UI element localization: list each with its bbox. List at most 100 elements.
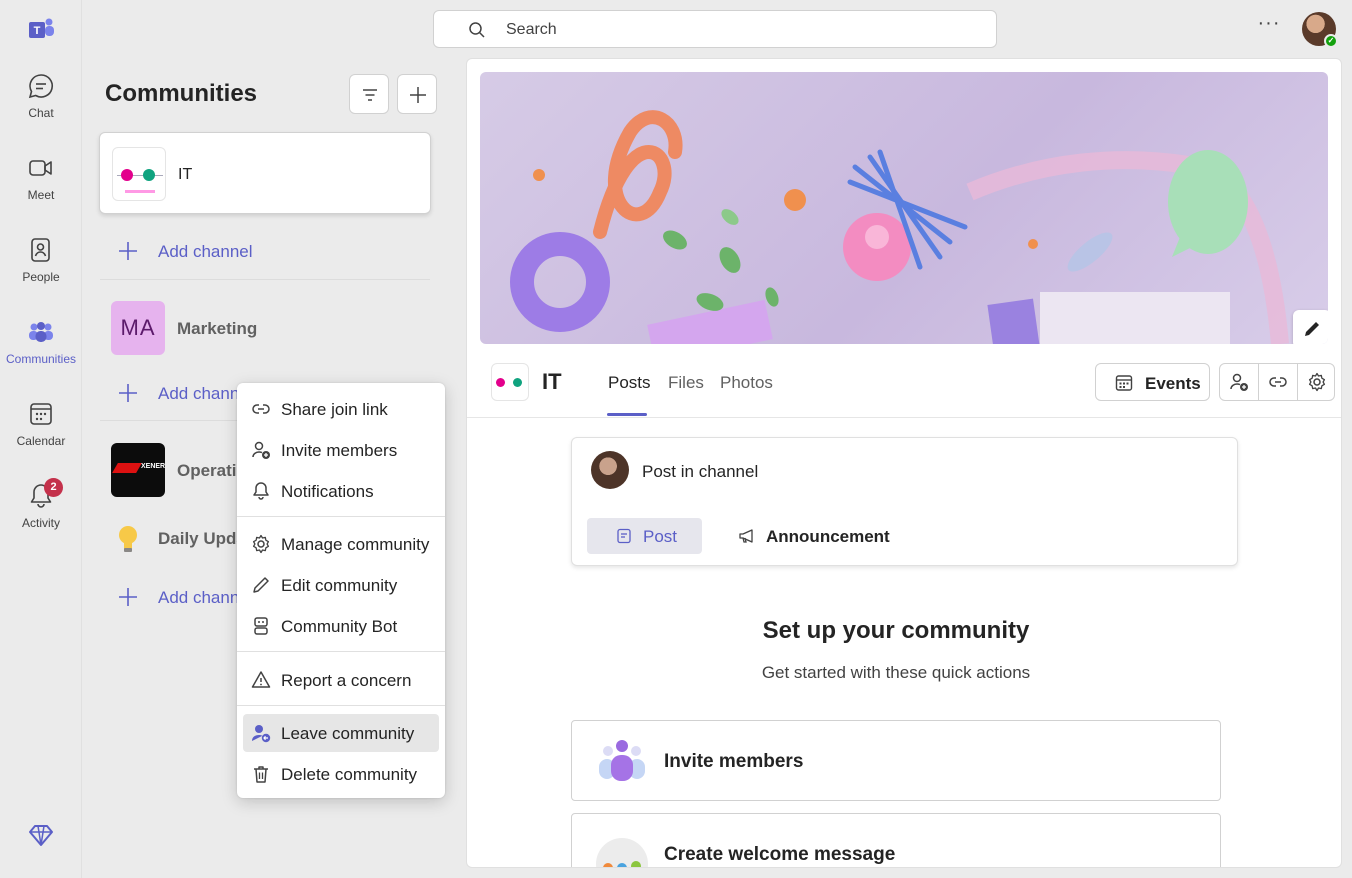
add-channel-button[interactable]: Add chann [116, 583, 239, 611]
menu-separator [237, 651, 445, 652]
diamond-icon[interactable] [28, 822, 54, 848]
video-camera-icon [29, 160, 52, 176]
pencil-icon [1305, 322, 1319, 336]
menu-item-share-join-link[interactable]: Share join link [243, 390, 439, 428]
settings-button[interactable] [1298, 364, 1336, 400]
plus-icon [119, 242, 137, 260]
menu-item-manage-community[interactable]: Manage community [243, 525, 439, 563]
lightbulb-icon [119, 526, 137, 552]
post-type-button[interactable]: Post [587, 518, 702, 554]
more-options-icon[interactable]: ··· [1256, 13, 1282, 38]
add-channel-button[interactable]: Add channel [116, 237, 266, 265]
menu-item-notifications[interactable]: Notifications [243, 472, 439, 510]
add-channel-button[interactable]: Add chann [116, 379, 239, 407]
divider [100, 279, 430, 280]
menu-item-label: Report a concern [281, 671, 412, 690]
events-button[interactable]: Events [1095, 363, 1210, 401]
community-thumbnail: MA [111, 301, 165, 355]
divider [467, 417, 1341, 418]
rail-calendar[interactable]: Calendar [0, 400, 82, 474]
calendar-icon [30, 403, 52, 425]
setup-subtitle: Get started with these quick actions [761, 663, 1031, 682]
person-add-icon [252, 441, 270, 459]
community-context-menu: Share join link Invite members Notificat… [237, 383, 445, 798]
person-add-icon [1230, 373, 1248, 391]
setup-title: Set up your community [762, 617, 1030, 644]
active-tab-indicator [607, 413, 647, 416]
community-thumbnail: XENERO [111, 443, 165, 497]
menu-item-leave-community[interactable]: Leave community [243, 714, 439, 752]
rail-label: Activity [21, 516, 60, 530]
rail-label: Chat [28, 106, 54, 120]
pane-title: Communities [105, 80, 258, 107]
quick-action-label: Invite members [664, 751, 804, 772]
menu-item-label: Edit community [281, 576, 398, 595]
menu-item-community-bot[interactable]: Community Bot [243, 607, 439, 645]
menu-item-delete-community[interactable]: Delete community [243, 755, 439, 793]
copy-link-button[interactable] [1259, 364, 1297, 400]
quick-action-welcome-message[interactable]: Create welcome message [571, 813, 1221, 867]
welcome-message-illustration-icon [596, 838, 648, 867]
channel-daily-updates[interactable]: Daily Upda [116, 522, 246, 556]
new-community-button[interactable] [397, 74, 437, 114]
post-composer: Post in channel Post Announcement [571, 437, 1238, 566]
app-rail: T Chat Meet People Communities Calendar … [0, 0, 82, 878]
menu-item-edit-community[interactable]: Edit community [243, 566, 439, 604]
tab-posts[interactable]: Posts [608, 373, 651, 393]
post-in-channel-input[interactable]: Post in channel [642, 462, 758, 482]
rail-label: Calendar [16, 434, 66, 448]
community-actions-group [1219, 363, 1335, 401]
community-thumbnail [491, 363, 529, 401]
channel-name: Daily Upda [158, 529, 246, 548]
community-name: Marketing [177, 319, 258, 338]
bell-icon [253, 482, 269, 500]
gear-icon [1308, 372, 1326, 392]
link-icon [252, 404, 270, 414]
quick-action-invite-members[interactable]: Invite members [571, 720, 1221, 801]
user-avatar[interactable]: ✓ [1302, 12, 1338, 48]
rail-chat[interactable]: Chat [0, 72, 82, 146]
post-label: Post [643, 527, 678, 546]
community-header-name: IT [542, 369, 562, 394]
rail-activity[interactable]: 2 Activity [0, 478, 82, 556]
community-item-operations[interactable]: XENERO Operati [111, 443, 237, 497]
search-box[interactable]: Search [433, 10, 997, 48]
menu-item-report-concern[interactable]: Report a concern [243, 661, 439, 699]
plus-icon [410, 87, 426, 103]
plus-icon [119, 384, 137, 402]
gear-icon [252, 534, 270, 554]
menu-separator [237, 516, 445, 517]
person-leave-icon [252, 725, 271, 743]
invite-members-illustration-icon [599, 740, 645, 781]
filter-button[interactable] [349, 74, 389, 114]
menu-item-label: Invite members [281, 441, 398, 460]
search-icon [469, 22, 485, 38]
announcement-label: Announcement [766, 527, 890, 546]
tab-files[interactable]: Files [668, 373, 704, 393]
community-thumbnail [112, 147, 166, 201]
community-item-it[interactable]: IT [99, 132, 431, 214]
community-item-marketing[interactable]: MA Marketing [111, 301, 431, 355]
plus-icon [119, 588, 137, 606]
rail-label: Meet [27, 188, 55, 202]
search-placeholder: Search [506, 21, 557, 38]
community-main-pane: IT Posts Files Photos Events Post in cha… [466, 58, 1342, 868]
menu-item-label: Community Bot [281, 617, 398, 636]
banner-illustration [510, 110, 1289, 344]
edit-banner-button[interactable] [1293, 310, 1328, 344]
pencil-icon [253, 577, 269, 593]
calendar-icon [1115, 375, 1133, 391]
add-member-button[interactable] [1220, 364, 1258, 400]
teams-logo-icon[interactable]: T [26, 14, 56, 44]
menu-item-label: Leave community [281, 724, 415, 743]
rail-people[interactable]: People [0, 236, 82, 310]
filter-icon [363, 89, 377, 101]
rail-label: Communities [5, 352, 77, 366]
menu-item-invite-members[interactable]: Invite members [243, 431, 439, 469]
rail-meet[interactable]: Meet [0, 154, 82, 228]
bot-icon [254, 617, 268, 635]
rail-communities[interactable]: Communities [0, 318, 82, 392]
presence-available-icon: ✓ [1324, 34, 1338, 48]
announcement-type-button[interactable]: Announcement [732, 518, 902, 554]
tab-photos[interactable]: Photos [720, 373, 773, 393]
